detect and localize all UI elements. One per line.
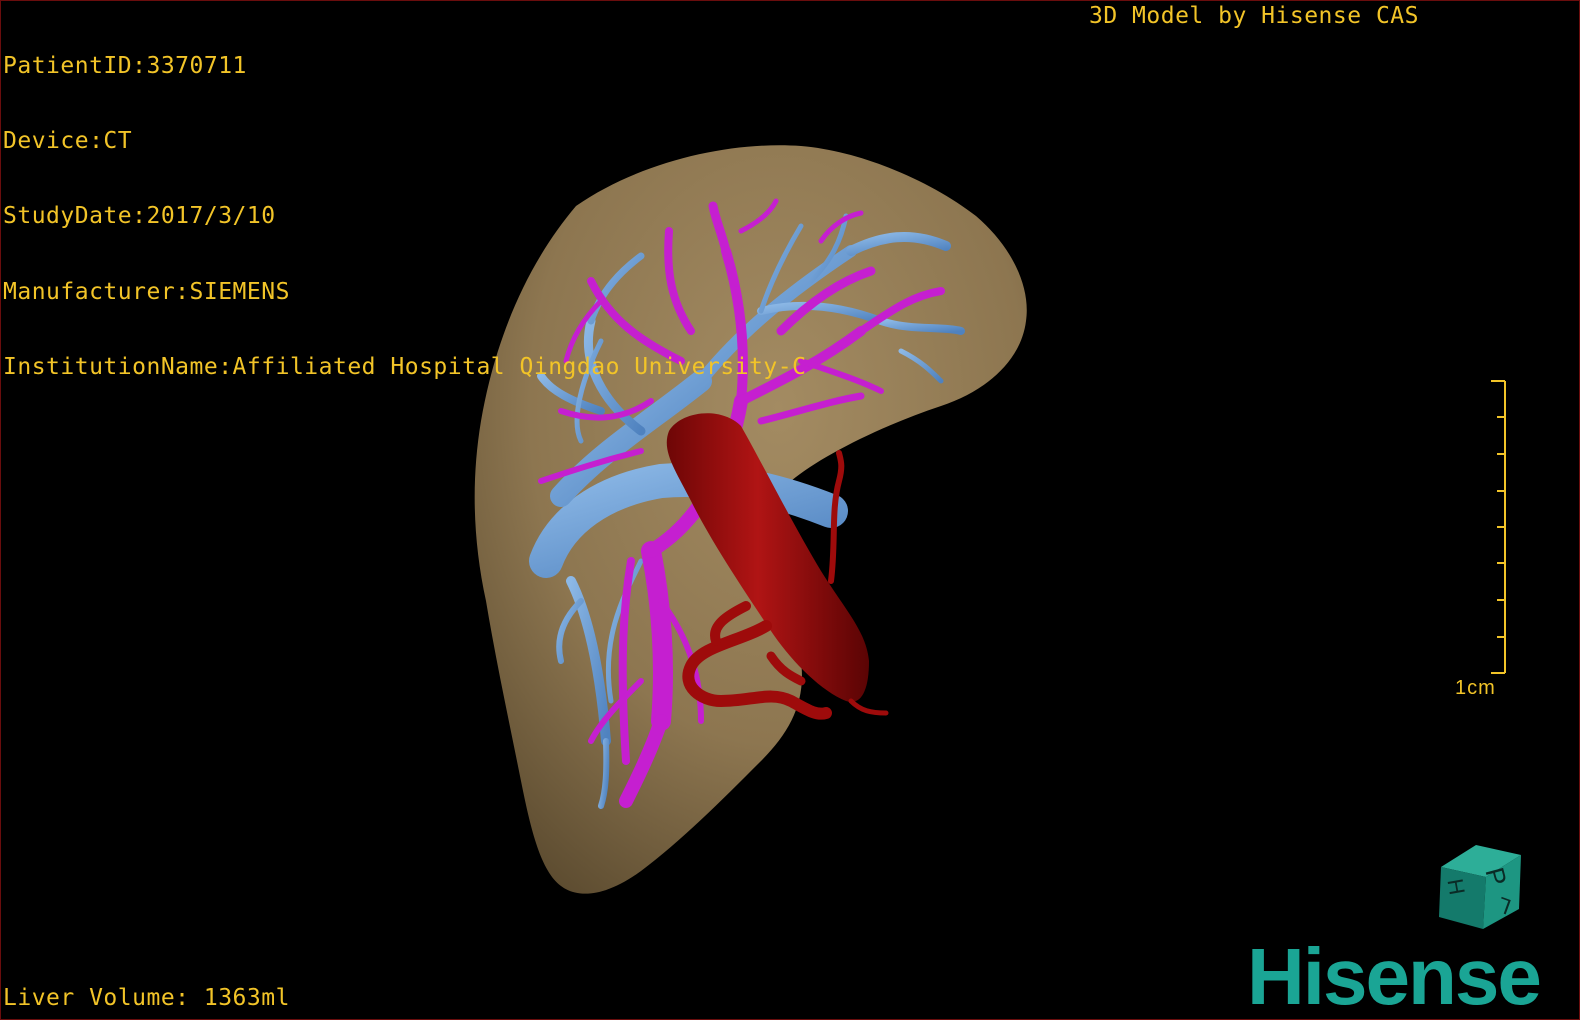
3d-viewport[interactable]: PatientID:3370711 Device:CT StudyDate:20… <box>0 0 1580 1020</box>
orientation-cube-icon[interactable]: P H L <box>1431 839 1541 939</box>
scale-bar <box>1491 380 1506 674</box>
hisense-logo: Hisense <box>1247 932 1542 1020</box>
scale-bar-label: 1cm <box>1455 677 1496 699</box>
